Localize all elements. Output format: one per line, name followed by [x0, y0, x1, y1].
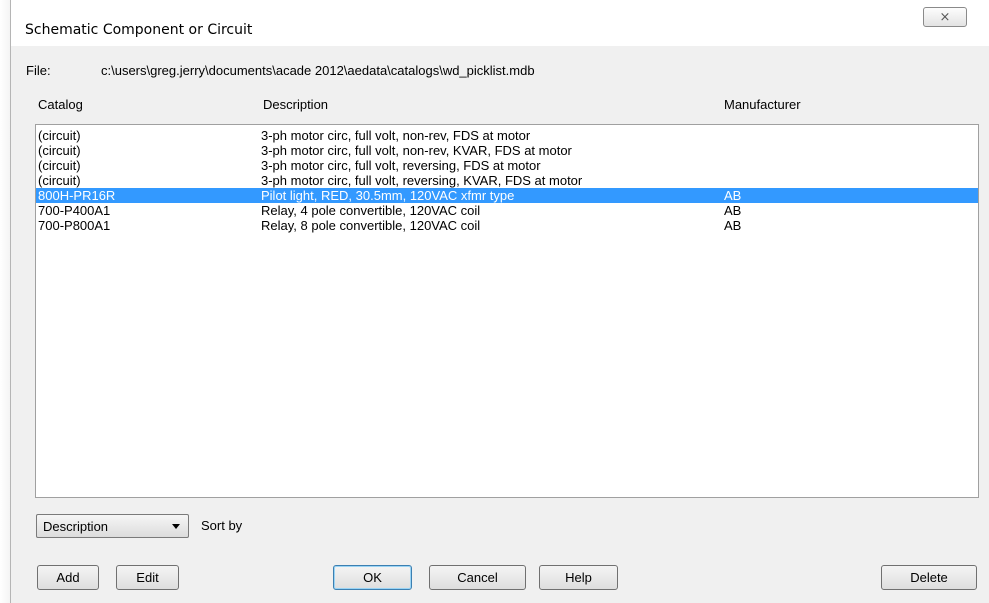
- list-item-description: Relay, 4 pole convertible, 120VAC coil: [261, 203, 481, 218]
- column-header-manufacturer[interactable]: Manufacturer: [724, 97, 801, 112]
- list-item[interactable]: (circuit) 3-ph motor circ, full volt, rev…: [36, 173, 978, 188]
- list-item-manufacturer: AB: [724, 188, 742, 203]
- list-item-manufacturer: AB: [724, 218, 742, 233]
- list-item-description: Relay, 8 pole convertible, 120VAC coil: [261, 218, 481, 233]
- list-item[interactable]: (circuit) 3-ph motor circ, full volt, non…: [36, 143, 978, 158]
- chevron-down-icon: [172, 524, 180, 529]
- list-item[interactable]: 700-P800A1 Relay, 8 pole convertible, 120…: [36, 218, 978, 233]
- background-strip: [0, 0, 10, 603]
- file-path: c:\users\greg.jerry\documents\acade 2012…: [101, 63, 535, 78]
- list-item-description: 3-ph motor circ, full volt, reversing, F…: [261, 158, 541, 173]
- list-item-description: 3-ph motor circ, full volt, non-rev, KVA…: [261, 143, 572, 158]
- list-item-manufacturer: AB: [724, 203, 742, 218]
- column-header-description[interactable]: Description: [263, 97, 328, 112]
- add-button[interactable]: Add: [37, 565, 99, 590]
- ok-button[interactable]: OK: [333, 565, 412, 590]
- list-item-catalog: (circuit): [38, 173, 81, 188]
- dialog-window: Schematic Component or Circuit ⨯ File: c…: [10, 0, 989, 603]
- list-item-catalog: (circuit): [38, 143, 81, 158]
- list-item-catalog: (circuit): [38, 158, 81, 173]
- sort-dropdown[interactable]: Description: [36, 514, 189, 538]
- cancel-button[interactable]: Cancel: [429, 565, 526, 590]
- sort-by-label: Sort by: [201, 518, 243, 533]
- list-item-catalog: (circuit): [38, 128, 81, 143]
- list-item[interactable]: 800H-PR16R Pilot light, RED, 30.5mm, 120V…: [36, 188, 978, 203]
- list-item[interactable]: 700-P400A1 Relay, 4 pole convertible, 120…: [36, 203, 978, 218]
- list-item-catalog: 800H-PR16R: [38, 188, 116, 203]
- close-icon: ⨯: [939, 9, 951, 24]
- list-item-description: 3-ph motor circ, full volt, reversing, K…: [261, 173, 583, 188]
- window-title: Schematic Component or Circuit: [25, 22, 253, 38]
- help-button[interactable]: Help: [539, 565, 618, 590]
- list-item-catalog: 700-P400A1: [38, 203, 111, 218]
- list-item[interactable]: (circuit) 3-ph motor circ, full volt, non…: [36, 128, 978, 143]
- delete-button[interactable]: Delete: [881, 565, 977, 590]
- list-item-description: 3-ph motor circ, full volt, non-rev, FDS…: [261, 128, 531, 143]
- edit-button[interactable]: Edit: [116, 565, 179, 590]
- column-header-catalog[interactable]: Catalog: [38, 97, 83, 112]
- list-item-catalog: 700-P800A1: [38, 218, 111, 233]
- catalog-list[interactable]: (circuit) 3-ph motor circ, full volt, non…: [35, 124, 979, 498]
- list-item[interactable]: (circuit) 3-ph motor circ, full volt, rev…: [36, 158, 978, 173]
- title-bar: Schematic Component or Circuit ⨯: [11, 0, 989, 46]
- close-button[interactable]: ⨯: [923, 7, 967, 27]
- list-item-description: Pilot light, RED, 30.5mm, 120VAC xfmr ty…: [261, 188, 515, 203]
- sort-dropdown-value: Description: [43, 519, 109, 534]
- file-label: File:: [26, 63, 51, 78]
